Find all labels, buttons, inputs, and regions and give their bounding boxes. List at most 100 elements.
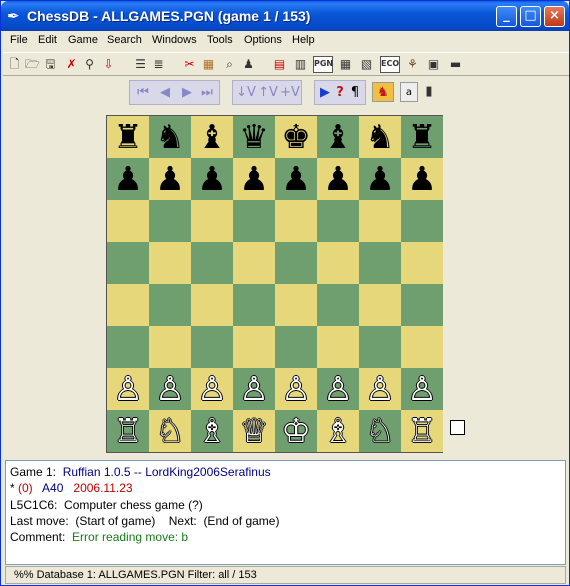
chess-board[interactable]: ♜ ♞ ♝ ♛ ♚ ♝ ♞ ♜ ♟ ♟ ♟ ♟ ♟ ♟ ♟ ♟ ♙ ♙ ♙ ♙ ♙ ♙ ♙ ♙ ♖ ♘ ♗ ♕ ♔ ♗ ♘ ♖ bbox=[106, 115, 443, 453]
square-a5[interactable] bbox=[107, 242, 149, 284]
chess-piece[interactable]: ♞ bbox=[155, 116, 185, 158]
square-c2[interactable]: ♙ bbox=[191, 368, 233, 410]
square-c6[interactable] bbox=[191, 200, 233, 242]
menu-game[interactable]: Game bbox=[68, 34, 98, 46]
square-e3[interactable] bbox=[275, 326, 317, 368]
square-b8[interactable]: ♞ bbox=[149, 116, 191, 158]
menu-help[interactable]: Help bbox=[292, 34, 315, 46]
close-db-icon[interactable]: ✗ bbox=[63, 56, 80, 73]
chess-piece[interactable]: ♝ bbox=[323, 116, 353, 158]
title-bar[interactable]: ✒ ChessDB - ALLGAMES.PGN (game 1 / 153) … bbox=[1, 1, 569, 31]
chess-piece[interactable]: ♟ bbox=[113, 158, 143, 200]
square-b1[interactable]: ♘ bbox=[149, 410, 191, 452]
square-d6[interactable] bbox=[233, 200, 275, 242]
chess-piece[interactable]: ♜ bbox=[113, 116, 143, 158]
square-f5[interactable] bbox=[317, 242, 359, 284]
square-d8[interactable]: ♛ bbox=[233, 116, 275, 158]
chess-piece[interactable]: ♟ bbox=[407, 158, 437, 200]
last-move-icon[interactable]: ⏭ bbox=[197, 83, 217, 103]
square-g4[interactable] bbox=[359, 284, 401, 326]
players-text[interactable]: Ruffian 1.0.5 -- LordKing2006Serafinus bbox=[63, 465, 271, 479]
cut-pieces-icon[interactable]: ✂ bbox=[181, 56, 198, 73]
list-icon[interactable]: ☰ bbox=[132, 56, 149, 73]
chess-piece[interactable]: ♙ bbox=[281, 368, 311, 410]
square-c7[interactable]: ♟ bbox=[191, 158, 233, 200]
square-a1[interactable]: ♖ bbox=[107, 410, 149, 452]
chess-piece[interactable]: ♛ bbox=[239, 116, 269, 158]
menu-tools[interactable]: Tools bbox=[207, 34, 233, 46]
square-a4[interactable] bbox=[107, 284, 149, 326]
square-e4[interactable] bbox=[275, 284, 317, 326]
chess-piece[interactable]: ♚ bbox=[281, 116, 311, 158]
chess-piece[interactable]: ♘ bbox=[365, 410, 395, 452]
square-f2[interactable]: ♙ bbox=[317, 368, 359, 410]
square-d3[interactable] bbox=[233, 326, 275, 368]
chess-piece[interactable]: ♟ bbox=[155, 158, 185, 200]
square-h7[interactable]: ♟ bbox=[401, 158, 443, 200]
menu-edit[interactable]: Edit bbox=[38, 34, 57, 46]
save-icon[interactable]: 🖫 bbox=[42, 56, 59, 73]
next-move-icon[interactable]: ▶ bbox=[177, 83, 197, 103]
square-g2[interactable]: ♙ bbox=[359, 368, 401, 410]
square-h5[interactable] bbox=[401, 242, 443, 284]
square-e6[interactable] bbox=[275, 200, 317, 242]
chess-piece[interactable]: ♖ bbox=[407, 410, 437, 452]
square-a2[interactable]: ♙ bbox=[107, 368, 149, 410]
new-file-icon[interactable]: 🗋 bbox=[6, 56, 23, 73]
close-button[interactable]: × bbox=[544, 6, 565, 27]
eco-code[interactable]: A40 bbox=[42, 481, 63, 495]
square-e1[interactable]: ♔ bbox=[275, 410, 317, 452]
square-h6[interactable] bbox=[401, 200, 443, 242]
board-view-icon[interactable]: ▦ bbox=[337, 56, 354, 73]
chess-piece[interactable]: ♟ bbox=[239, 158, 269, 200]
comment-icon[interactable]: ¶ bbox=[347, 83, 363, 103]
square-h3[interactable] bbox=[401, 326, 443, 368]
chess-piece[interactable]: ♕ bbox=[239, 410, 269, 452]
square-c3[interactable] bbox=[191, 326, 233, 368]
square-g6[interactable] bbox=[359, 200, 401, 242]
chess-piece[interactable]: ♟ bbox=[323, 158, 353, 200]
square-e7[interactable]: ♟ bbox=[275, 158, 317, 200]
square-d5[interactable] bbox=[233, 242, 275, 284]
chess-piece[interactable]: ♘ bbox=[155, 410, 185, 452]
chess-piece[interactable]: ♗ bbox=[323, 410, 353, 452]
chess-piece[interactable]: ♙ bbox=[113, 368, 143, 410]
square-f4[interactable] bbox=[317, 284, 359, 326]
hint-icon[interactable]: ? bbox=[333, 83, 347, 103]
maximize-button[interactable]: □ bbox=[520, 6, 541, 27]
chess-piece[interactable]: ♖ bbox=[113, 410, 143, 452]
square-a6[interactable] bbox=[107, 200, 149, 242]
square-c1[interactable]: ♗ bbox=[191, 410, 233, 452]
material-search-icon[interactable]: ♟ bbox=[240, 56, 257, 73]
square-b6[interactable] bbox=[149, 200, 191, 242]
square-e8[interactable]: ♚ bbox=[275, 116, 317, 158]
chess-piece[interactable]: ♟ bbox=[281, 158, 311, 200]
game-browser-icon[interactable]: ▥ bbox=[292, 56, 309, 73]
open-file-icon[interactable]: 🗁 bbox=[24, 56, 41, 73]
square-c4[interactable] bbox=[191, 284, 233, 326]
square-f3[interactable] bbox=[317, 326, 359, 368]
square-e5[interactable] bbox=[275, 242, 317, 284]
square-a3[interactable] bbox=[107, 326, 149, 368]
menu-options[interactable]: Options bbox=[244, 34, 282, 46]
square-b5[interactable] bbox=[149, 242, 191, 284]
exit-variation-icon[interactable]: ↑V bbox=[257, 83, 279, 103]
square-c8[interactable]: ♝ bbox=[191, 116, 233, 158]
square-e2[interactable]: ♙ bbox=[275, 368, 317, 410]
chess-piece[interactable]: ♙ bbox=[239, 368, 269, 410]
crosstable-icon[interactable]: ▧ bbox=[358, 56, 375, 73]
square-c5[interactable] bbox=[191, 242, 233, 284]
square-g7[interactable]: ♟ bbox=[359, 158, 401, 200]
header-search-icon[interactable]: ⌕ bbox=[221, 56, 238, 73]
chess-piece[interactable]: ♔ bbox=[281, 410, 311, 452]
menu-windows[interactable]: Windows bbox=[152, 34, 197, 46]
square-g5[interactable] bbox=[359, 242, 401, 284]
square-a8[interactable]: ♜ bbox=[107, 116, 149, 158]
player-info-icon[interactable]: ▣ bbox=[425, 56, 442, 73]
square-g3[interactable] bbox=[359, 326, 401, 368]
add-variation-icon[interactable]: +V bbox=[279, 83, 301, 103]
minimize-button[interactable]: _ bbox=[496, 6, 517, 27]
chess-piece[interactable]: ♜ bbox=[407, 116, 437, 158]
chess-piece[interactable]: ♙ bbox=[407, 368, 437, 410]
square-a7[interactable]: ♟ bbox=[107, 158, 149, 200]
